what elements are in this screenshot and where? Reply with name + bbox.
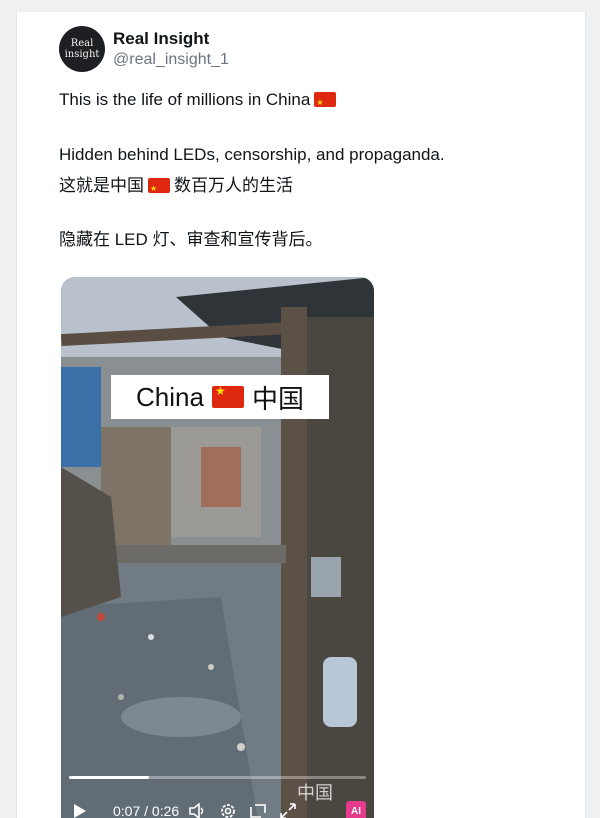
post-line-1-text: This is the life of millions in China xyxy=(59,90,311,109)
video-time-separator: / xyxy=(144,803,149,818)
flag-icon xyxy=(211,384,244,408)
post-author[interactable]: Real insight Real Insight @real_insight_… xyxy=(59,26,229,72)
flag-icon xyxy=(314,91,337,115)
video-progress-fill xyxy=(69,776,150,779)
avatar-text-line2: insight xyxy=(64,49,100,60)
video-frame xyxy=(61,277,374,818)
volume-icon[interactable] xyxy=(189,802,207,818)
post-line-2: Hidden behind LEDs, censorship, and prop… xyxy=(59,145,445,164)
post-line-4: 隐藏在 LED 灯、审查和宣传背后。 xyxy=(59,230,323,249)
display-name[interactable]: Real Insight xyxy=(113,28,229,50)
post-line-1: This is the life of millions in China xyxy=(59,88,340,115)
video-caption: China 中国 xyxy=(111,375,329,419)
settings-icon[interactable] xyxy=(219,802,237,818)
video-progress-bar[interactable] xyxy=(69,776,366,779)
video-caption-zh: 中国 xyxy=(251,383,304,414)
video-time: 0:07 / 0:26 xyxy=(113,803,179,818)
play-icon[interactable] xyxy=(71,802,89,818)
avatar-text-line1: Real xyxy=(70,38,94,49)
flag-icon xyxy=(148,177,170,201)
video-caption-en: China xyxy=(136,381,204,412)
fullscreen-icon[interactable] xyxy=(279,802,297,818)
video-duration: 0:26 xyxy=(151,803,180,818)
avatar[interactable]: Real insight xyxy=(59,26,105,72)
post-card: Real insight Real Insight @real_insight_… xyxy=(16,12,586,818)
pip-icon[interactable] xyxy=(249,802,267,818)
video-current-time: 0:07 xyxy=(113,803,141,818)
video-controls: 0:07 / 0:26 AI xyxy=(71,797,366,818)
user-handle[interactable]: @real_insight_1 xyxy=(113,50,229,70)
post-line-3-part-a: 这就是中国 xyxy=(59,176,144,195)
video-player[interactable]: China 中国 中国 0:07 / 0:26 xyxy=(61,277,374,818)
ai-badge: AI xyxy=(346,801,366,818)
post-line-3-part-b: 数百万人的生活 xyxy=(174,176,293,195)
post-line-3: 这就是中国 数百万人的生活 xyxy=(59,174,293,201)
